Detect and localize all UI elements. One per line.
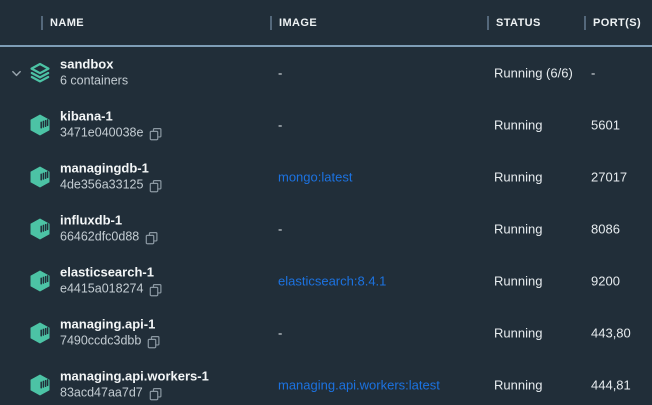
- container-id: 4de356a33125: [60, 179, 143, 193]
- container-name: managing.api.workers-1: [60, 369, 209, 383]
- container-cube-icon: [28, 113, 52, 137]
- column-separator: [487, 16, 489, 30]
- image-cell[interactable]: elasticsearch:8.4.1: [278, 274, 386, 289]
- container-cube-icon: [28, 373, 52, 397]
- container-id: 83acd47aa7d7: [60, 387, 143, 401]
- column-header-label: PORT(S): [593, 17, 641, 29]
- container-rows: sandbox 6 containers - Running (6/6) -: [0, 47, 652, 405]
- column-separator: [41, 16, 43, 30]
- status-cell: Running: [494, 222, 542, 237]
- container-name: kibana-1: [60, 109, 162, 123]
- name-cell: managingdb-1 4de356a33125: [60, 161, 162, 192]
- column-separator: [584, 16, 586, 30]
- containers-table: NAME IMAGE STATUS PORT(S): [0, 0, 652, 405]
- name-cell: elasticsearch-1 e4415a018274: [60, 265, 162, 296]
- container-subline: 6 containers: [60, 75, 128, 89]
- container-id: 6 containers: [60, 75, 128, 89]
- column-header-ports[interactable]: PORT(S): [584, 0, 641, 45]
- container-subline: 83acd47aa7d7: [60, 387, 209, 401]
- container-id: 7490ccdc3dbb: [60, 335, 141, 349]
- container-subline: 3471e040038e: [60, 127, 162, 141]
- table-row[interactable]: elasticsearch-1 e4415a018274 elasticsear…: [0, 255, 652, 307]
- copy-icon[interactable]: [147, 335, 160, 348]
- ports-cell: 5601: [591, 118, 620, 133]
- container-cube-icon: [28, 321, 52, 345]
- status-cell: Running: [494, 326, 542, 341]
- ports-cell: -: [591, 66, 595, 81]
- container-name: elasticsearch-1: [60, 265, 162, 279]
- name-cell: managing.api-1 7490ccdc3dbb: [60, 317, 160, 348]
- container-subline: 4de356a33125: [60, 179, 162, 193]
- container-cube-icon: [28, 217, 52, 241]
- container-id: e4415a018274: [60, 283, 143, 297]
- table-row[interactable]: influxdb-1 66462dfc0d88 - Running 8086: [0, 203, 652, 255]
- column-separator: [270, 16, 272, 30]
- copy-icon[interactable]: [149, 179, 162, 192]
- status-cell: Running: [494, 170, 542, 185]
- container-cube-icon: [28, 165, 52, 189]
- column-header-label: IMAGE: [279, 17, 317, 29]
- container-name: sandbox: [60, 57, 128, 71]
- column-header-label: STATUS: [496, 17, 541, 29]
- copy-icon[interactable]: [149, 127, 162, 140]
- ports-cell: 9200: [591, 274, 620, 289]
- table-row[interactable]: sandbox 6 containers - Running (6/6) -: [0, 47, 652, 99]
- ports-cell: 444,81: [591, 378, 631, 393]
- container-subline: 7490ccdc3dbb: [60, 335, 160, 349]
- image-cell[interactable]: managing.api.workers:latest: [278, 378, 440, 393]
- column-header-status[interactable]: STATUS: [487, 0, 541, 45]
- container-subline: 66462dfc0d88: [60, 231, 158, 245]
- image-cell[interactable]: mongo:latest: [278, 170, 352, 185]
- container-name: influxdb-1: [60, 213, 158, 227]
- status-cell: Running: [494, 378, 542, 393]
- column-header-image[interactable]: IMAGE: [270, 0, 317, 45]
- table-row[interactable]: managing.api.workers-1 83acd47aa7d7 mana…: [0, 359, 652, 405]
- image-cell: -: [278, 118, 282, 133]
- container-name: managing.api-1: [60, 317, 160, 331]
- ports-cell: 8086: [591, 222, 620, 237]
- container-cube-icon: [28, 269, 52, 293]
- ports-cell: 443,80: [591, 326, 631, 341]
- expand-chevron-icon[interactable]: [10, 67, 22, 79]
- table-row[interactable]: managing.api-1 7490ccdc3dbb - Running 44…: [0, 307, 652, 359]
- image-cell: -: [278, 222, 282, 237]
- image-cell: -: [278, 66, 282, 81]
- copy-icon[interactable]: [149, 387, 162, 400]
- table-row[interactable]: managingdb-1 4de356a33125 mongo:latest R…: [0, 151, 652, 203]
- container-subline: e4415a018274: [60, 283, 162, 297]
- image-cell: -: [278, 326, 282, 341]
- name-cell: kibana-1 3471e040038e: [60, 109, 162, 140]
- status-cell: Running: [494, 118, 542, 133]
- container-name: managingdb-1: [60, 161, 162, 175]
- table-header: NAME IMAGE STATUS PORT(S): [0, 0, 652, 45]
- status-cell: Running: [494, 274, 542, 289]
- copy-icon[interactable]: [145, 231, 158, 244]
- stack-icon: [28, 61, 52, 85]
- column-header-label: NAME: [50, 17, 84, 29]
- container-id: 3471e040038e: [60, 127, 143, 141]
- name-cell: sandbox 6 containers: [60, 57, 128, 88]
- status-cell: Running (6/6): [494, 66, 573, 81]
- name-cell: influxdb-1 66462dfc0d88: [60, 213, 158, 244]
- name-cell: managing.api.workers-1 83acd47aa7d7: [60, 369, 209, 400]
- table-row[interactable]: kibana-1 3471e040038e - Running 5601: [0, 99, 652, 151]
- copy-icon[interactable]: [149, 283, 162, 296]
- container-id: 66462dfc0d88: [60, 231, 139, 245]
- ports-cell: 27017: [591, 170, 627, 185]
- column-header-name[interactable]: NAME: [41, 0, 84, 45]
